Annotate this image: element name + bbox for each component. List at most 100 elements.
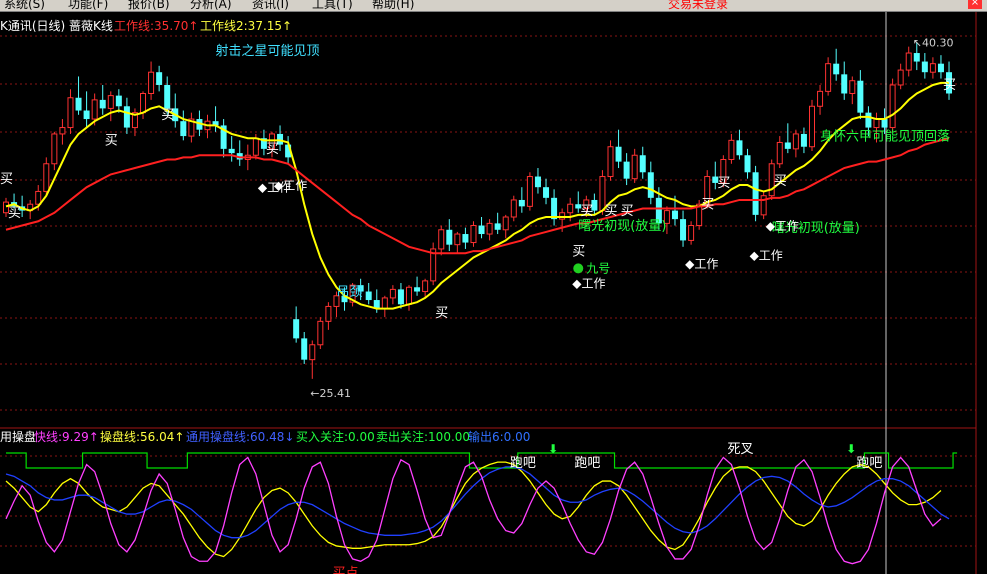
candle-down <box>414 287 421 292</box>
candle-down <box>357 285 364 292</box>
candle-down <box>752 172 759 215</box>
candle-up <box>849 80 856 94</box>
candle-up <box>897 69 904 86</box>
candle-up <box>333 295 340 307</box>
operate-line-value: 操盘线:56.04↑ <box>100 430 185 444</box>
buy-signal: 买 <box>266 142 279 157</box>
candle-down <box>156 72 163 85</box>
candle-up <box>889 84 896 129</box>
menu-tools[interactable]: 工具(T) <box>312 0 353 11</box>
candle-down <box>212 121 219 126</box>
candle-up <box>252 137 259 156</box>
green-arrow-icon: ⬇ <box>846 442 856 456</box>
candle-down <box>260 138 267 149</box>
candle-up <box>905 52 912 71</box>
candle-down <box>671 210 678 220</box>
candle-up <box>59 127 66 135</box>
candle-up <box>696 203 703 227</box>
buy-signal: 买 <box>717 176 730 191</box>
close-icon[interactable]: × <box>968 0 982 9</box>
yellow-indicator-line <box>5 461 942 558</box>
indicator-label: 买点 <box>333 566 359 574</box>
menu-system[interactable]: 系统(S) <box>4 0 45 11</box>
candle-down <box>534 176 541 188</box>
candle-down <box>285 144 292 158</box>
menu-analysis[interactable]: 分析(A) <box>190 0 232 11</box>
candle-up <box>349 284 356 303</box>
candle-down <box>913 53 920 62</box>
candle-down <box>518 199 525 207</box>
candle-down <box>946 72 953 94</box>
work-signal: ◆工作 <box>572 276 605 290</box>
work-line-curve <box>5 81 950 310</box>
candle-up <box>43 163 50 192</box>
candle-down <box>301 338 308 360</box>
candle-up <box>792 133 799 150</box>
low-price-label: ←25.41 <box>310 387 351 400</box>
nine-dot <box>573 263 584 274</box>
candle-up <box>188 118 195 137</box>
candle-down <box>19 206 26 211</box>
candle-down <box>736 140 743 156</box>
candle-down <box>639 155 646 173</box>
candle-down <box>293 319 300 339</box>
menu-function[interactable]: 功能(F) <box>68 0 108 11</box>
candle-down <box>365 291 372 301</box>
candle-up <box>317 320 324 346</box>
candle-up <box>35 190 42 205</box>
fast-line-value: 快线:9.29↑ <box>34 430 99 444</box>
buy-signal: 买 <box>580 204 593 219</box>
login-status[interactable]: 交易未登录 <box>668 0 728 11</box>
candle-down <box>784 142 791 149</box>
buy-signal: 买 <box>774 174 787 189</box>
candle-down <box>462 234 469 243</box>
candle-up <box>107 95 114 109</box>
candle-down <box>115 95 122 107</box>
high-price-label: ↖40.30 <box>913 36 954 49</box>
candle-down <box>164 84 171 109</box>
candle-up <box>422 280 429 293</box>
candle-down <box>277 133 284 145</box>
menu-quote[interactable]: 报价(B) <box>128 0 170 11</box>
signal-step-line <box>6 452 958 469</box>
menu-help[interactable]: 帮助(H) <box>372 0 414 11</box>
work-line-value: 工作线:35.70↑ <box>114 19 199 33</box>
buy-signal: 买 <box>8 206 21 221</box>
candle-up <box>140 92 147 114</box>
menu-info[interactable]: 资讯(I) <box>252 0 289 11</box>
buy-signal: 买 <box>0 172 13 187</box>
candle-down <box>937 63 944 73</box>
kline-chart[interactable]: ↖40.30 ←25.41 射击之星可能见顶吊颈 曙光初现(放量) 曙光初现(放量) 身怀… <box>0 0 987 574</box>
candle-down <box>196 119 203 130</box>
buy-signal: 买 <box>605 204 618 219</box>
candle-up <box>768 163 775 197</box>
candle-up <box>704 176 711 205</box>
candle-down <box>841 74 848 94</box>
general-line-value: 通用操盘线:60.48↓ <box>186 430 295 444</box>
candle-up <box>502 216 509 231</box>
candle-down <box>865 112 872 128</box>
candle-down <box>220 125 227 149</box>
buy-attention-value: 买入关注:0.00 <box>296 430 375 444</box>
work-signal: ◆工作 <box>750 249 783 263</box>
candle-up <box>406 286 412 305</box>
candle-down <box>833 63 840 75</box>
candle-up <box>873 118 880 129</box>
candle-up <box>760 195 767 216</box>
indicator-title: 用操盘 <box>0 430 37 444</box>
candle-up <box>720 159 727 184</box>
candle-down <box>494 223 501 230</box>
pattern-label: 曙光初现(放量) <box>578 219 666 234</box>
candle-up <box>559 212 566 220</box>
candle-down <box>575 204 582 209</box>
candle-down <box>647 172 654 198</box>
candle-up <box>688 225 695 241</box>
candle-up <box>389 288 396 299</box>
candle-down <box>744 155 751 173</box>
magenta-indicator-line <box>5 456 942 565</box>
pattern-label: 九号 <box>586 261 610 275</box>
candle-down <box>712 176 719 183</box>
work-line2-value: 工作线2:37.15↑ <box>200 19 293 33</box>
candle-down <box>83 110 90 120</box>
candle-up <box>809 105 815 148</box>
